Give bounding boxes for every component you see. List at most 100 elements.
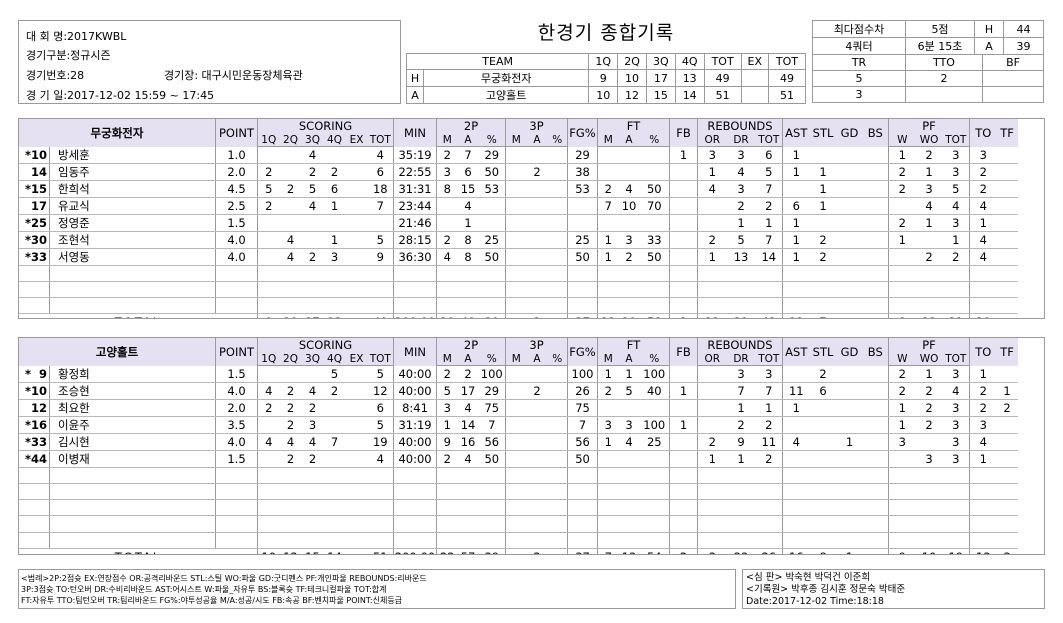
stat-cell-or: [697, 365, 727, 383]
empty-cell: [436, 499, 458, 517]
stat-cell-stl: 1: [809, 180, 837, 198]
empty-cell: [505, 265, 527, 282]
empty-cell: [639, 483, 670, 501]
empty-cell: [639, 532, 670, 549]
empty-cell: [567, 265, 598, 282]
stat-cell-bs: [862, 365, 889, 383]
empty-cell: [862, 467, 889, 484]
stat-cell-q3: 3: [301, 416, 324, 434]
empty-cell: [697, 532, 727, 549]
stat-cell-point: 1.5: [215, 450, 258, 468]
misc-cell: [982, 70, 1044, 87]
empty-cell: [457, 515, 479, 533]
empty-cell: [367, 532, 394, 549]
stat-cell-fgp: 53: [567, 180, 598, 198]
team-name-header: 무궁화전자: [19, 119, 216, 147]
stat-cell-stl: 2: [809, 248, 837, 266]
stat-cell-ast: [782, 365, 810, 383]
stat-cell-p3p: [547, 214, 568, 232]
column-subheader: A: [618, 352, 640, 366]
empty-row: [19, 281, 1018, 299]
empty-cell: [257, 265, 280, 282]
empty-cell: [726, 297, 756, 315]
stat-cell-q2: 2: [279, 399, 302, 417]
total-cell-pftot: 19: [943, 548, 970, 554]
misc-row: TR TTO BF: [812, 54, 1044, 71]
stat-cell-p2m: 2: [436, 231, 458, 249]
empty-cell: [31, 483, 50, 501]
empty-cell: [618, 483, 640, 501]
stat-cell-p2m: 1: [436, 416, 458, 434]
misc-cell: 6분 15초: [905, 37, 975, 55]
score-cell: 고양홀트: [422, 86, 590, 104]
stat-cell-fgp: 29: [567, 146, 598, 164]
total-cell-p3m: [505, 313, 527, 318]
stat-cell-tf: [996, 416, 1018, 434]
empty-cell: [526, 467, 548, 484]
empty-cell: [809, 467, 837, 484]
empty-cell: [969, 532, 997, 549]
empty-cell: [19, 532, 31, 549]
stat-cell-to: 4: [969, 231, 997, 249]
column-subheader: 2Q: [279, 133, 302, 147]
empty-cell: [755, 265, 783, 282]
misc-cell: 39: [1003, 37, 1044, 55]
stat-cell-pfwo: 3: [915, 450, 943, 468]
score-cell: 12: [617, 86, 647, 104]
stat-cell-p2a: 4: [457, 197, 479, 215]
stat-cell-pftot: 4: [942, 382, 970, 400]
empty-cell: [547, 499, 568, 517]
stat-cell-pftot: 3: [942, 214, 970, 232]
empty-cell: [618, 265, 640, 282]
total-cell-stl: 8: [810, 548, 837, 554]
stat-cell-name: 황정희: [49, 365, 216, 383]
stat-cell-p3p: [547, 146, 568, 164]
stat-cell-p3a: [526, 231, 548, 249]
stat-cell-q1: 2: [257, 197, 280, 215]
stat-cell-fgp: 25: [567, 231, 598, 249]
empty-cell: [478, 483, 506, 501]
stat-cell-st: *: [19, 365, 31, 383]
empty-cell: [942, 265, 970, 282]
empty-cell: [915, 297, 943, 315]
stat-cell-p3a: [526, 197, 548, 215]
stat-cell-p3m: [505, 248, 527, 266]
stat-cell-tot: 5: [367, 365, 394, 383]
empty-cell: [888, 265, 916, 282]
misc-cell: 5: [812, 70, 906, 87]
stat-cell-gd: [836, 248, 863, 266]
stat-cell-fgp: [567, 197, 598, 215]
empty-cell: [457, 297, 479, 315]
legend-box: <범례>2P:2점슛 EX:연장점수 OR:공격리바운드 STL:스틸 WO:파…: [18, 569, 736, 609]
empty-cell: [809, 532, 837, 549]
empty-cell: [436, 483, 458, 501]
empty-cell: [19, 483, 31, 501]
stat-cell-st: *: [19, 433, 31, 451]
stat-cell-ast: [782, 450, 810, 468]
stat-cell-name: 유교식: [49, 197, 216, 215]
score-cell: 14: [674, 86, 705, 104]
empty-cell: [809, 281, 837, 299]
empty-cell: [996, 499, 1018, 517]
stat-cell-name: 김시현: [49, 433, 216, 451]
column-subheader: A: [526, 133, 548, 147]
empty-cell: [755, 499, 783, 517]
empty-cell: [697, 483, 727, 501]
empty-cell: [323, 297, 346, 315]
stat-cell-ast: 1: [782, 399, 810, 417]
team-stats-table: 고양홀트 POINT SCORING MIN 2P 3P FG% FT FB REBOUNDS AS…: [19, 338, 1018, 554]
stat-cell-no: 10: [31, 382, 50, 400]
stat-cell-name: 조현석: [49, 231, 216, 249]
total-cell-p2a: 57: [458, 548, 479, 554]
staff-box: <심 판> 박숙현 박덕건 이준희 <기록원> 박후종 김시훈 정문숙 박태준 …: [742, 569, 1045, 609]
empty-cell: [457, 483, 479, 501]
stat-cell-ast: 1: [782, 248, 810, 266]
empty-cell: [888, 281, 916, 299]
record-time: Date:2017-12-02 Time:18:18: [746, 596, 884, 607]
empty-cell: [345, 281, 368, 299]
stat-cell-tf: [996, 163, 1018, 181]
stat-cell-fta: 3: [618, 416, 640, 434]
stat-cell-fb: [669, 231, 698, 249]
empty-cell: [809, 499, 837, 517]
stat-cell-no: 17: [31, 197, 50, 215]
